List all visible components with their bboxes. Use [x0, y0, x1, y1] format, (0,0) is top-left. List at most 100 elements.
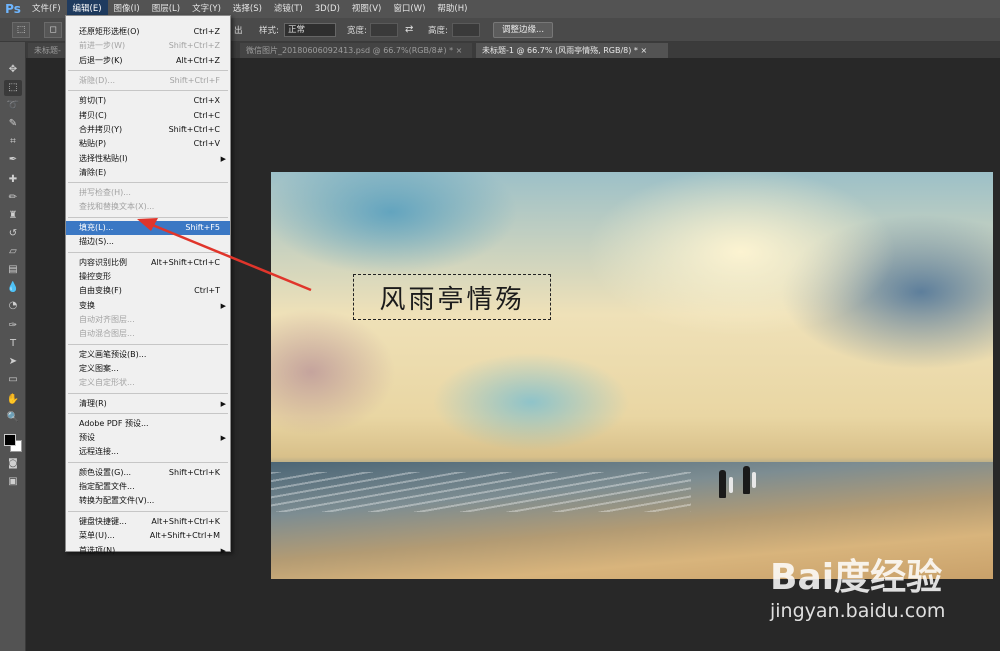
gradient-icon[interactable]: ▤	[4, 262, 22, 278]
edit-menu-item[interactable]: 还原矩形选框(O) Ctrl+Z	[66, 25, 230, 39]
edit-menu-item[interactable]: 剪切(T) Ctrl+X	[66, 94, 230, 108]
edit-menu-item[interactable]: 清理(R) ▶	[66, 397, 230, 411]
edit-menu-item: 渐隐(D)... Shift+Ctrl+F	[66, 74, 230, 88]
style-label: 样式:	[259, 26, 279, 36]
surfboard-2	[752, 472, 756, 488]
toolbox: ✥ ⬚ ➰ ✎ ⌗ ✒ ✚ ✏ ♜ ↺ ▱ ▤ 💧 ◔ ✑ T ➤ ▭ ✋ 🔍 …	[0, 42, 26, 651]
menu-separator	[68, 182, 228, 183]
menu-item-label: 颜色设置(G)...	[79, 468, 132, 477]
menu-item-label: 还原矩形选框(O)	[79, 27, 140, 36]
edit-menu-item: 自动混合图层...	[66, 327, 230, 341]
menu-item-shortcut: Alt+Shift+Ctrl+M	[149, 531, 220, 540]
menu-window[interactable]: 窗口(W)	[387, 0, 431, 18]
menu-view[interactable]: 视图(V)	[346, 0, 387, 18]
edit-menu-item[interactable]: 描边(S)...	[66, 235, 230, 249]
refine-edge-button[interactable]: 调整边缘...	[493, 22, 553, 38]
menu-item-label: 预设	[79, 433, 95, 442]
height-input[interactable]	[452, 23, 480, 37]
menu-help[interactable]: 帮助(H)	[431, 0, 473, 18]
edit-menu-item[interactable]: 菜单(U)... Alt+Shift+Ctrl+M	[66, 529, 230, 543]
baidu-jingyan-logo: Bai度经验	[770, 557, 943, 598]
path-select-icon[interactable]: ➤	[4, 354, 22, 370]
menu-file[interactable]: 文件(F)	[26, 0, 67, 18]
menu-item-label: 拷贝(C)	[79, 111, 107, 120]
swap-dimensions-icon[interactable]: ⇄	[405, 24, 413, 35]
menu-separator	[68, 393, 228, 394]
edit-menu-item: 定义自定形状...	[66, 376, 230, 390]
style-select[interactable]: 正常	[284, 23, 336, 37]
edit-menu-item[interactable]: 选择性粘贴(I) ▶	[66, 152, 230, 166]
quick-mask-icon[interactable]: ◙	[4, 456, 22, 472]
menu-item-shortcut: Alt+Shift+Ctrl+C	[151, 258, 220, 267]
menu-select[interactable]: 选择(S)	[227, 0, 268, 18]
menu-3d[interactable]: 3D(D)	[309, 0, 346, 18]
menu-item-label: 粘贴(P)	[79, 139, 107, 148]
submenu-arrow-icon: ▶	[220, 400, 226, 408]
type-tool-icon[interactable]: T	[4, 336, 22, 352]
edit-menu-item[interactable]: 定义图案...	[66, 362, 230, 376]
edit-menu-item[interactable]: 远程连接...	[66, 445, 230, 459]
edit-menu-item[interactable]: 键盘快捷键... Alt+Shift+Ctrl+K	[66, 515, 230, 529]
zoom-icon[interactable]: 🔍	[4, 410, 22, 426]
history-brush-icon[interactable]: ↺	[4, 226, 22, 242]
marquee-preset-icon[interactable]: ⬚	[12, 22, 30, 38]
menu-separator	[68, 413, 228, 414]
menu-separator	[68, 511, 228, 512]
edit-menu-item: 拼写检查(H)...	[66, 186, 230, 200]
tab-wechat-image[interactable]: 微信图片_20180606092413.psd @ 66.7%(RGB/8#) …	[240, 43, 472, 58]
photoshop-logo: Ps	[5, 2, 21, 16]
edit-menu-item[interactable]: 颜色设置(G)... Shift+Ctrl+K	[66, 466, 230, 480]
dodge-icon[interactable]: ◔	[4, 298, 22, 314]
submenu-arrow-icon: ▶	[220, 434, 226, 442]
crop-icon[interactable]: ⌗	[4, 134, 22, 150]
edit-menu-item[interactable]: 合并拷贝(Y) Shift+Ctrl+C	[66, 123, 230, 137]
edit-menu-item[interactable]: 清除(E)	[66, 166, 230, 180]
menu-item-shortcut: Shift+Ctrl+K	[168, 468, 220, 477]
pen-icon[interactable]: ✑	[4, 318, 22, 334]
edit-menu-item[interactable]: 粘贴(P) Ctrl+V	[66, 137, 230, 151]
rectangle-shape-icon[interactable]: ▭	[4, 372, 22, 388]
edit-menu-item[interactable]: 操控变形	[66, 270, 230, 284]
foreground-color-swatch[interactable]	[4, 434, 16, 446]
submenu-arrow-icon: ▶	[220, 155, 226, 163]
edit-menu-item[interactable]: 拷贝(C) Ctrl+C	[66, 109, 230, 123]
hand-icon[interactable]: ✋	[4, 392, 22, 408]
tab-untitled-1[interactable]: 未标题-1 @ 66.7% (风雨亭情殇, RGB/8) * ×	[476, 43, 668, 58]
canvas-photo[interactable]: 风雨亭情殇	[271, 172, 993, 579]
menu-item-label: 首选项(N)	[79, 546, 116, 555]
menu-separator	[68, 344, 228, 345]
lasso-icon[interactable]: ➰	[4, 98, 22, 114]
menu-separator	[68, 70, 228, 71]
text-layer-selection[interactable]: 风雨亭情殇	[353, 274, 551, 320]
edit-menu-item[interactable]: Adobe PDF 预设...	[66, 417, 230, 431]
menu-item-shortcut: Alt+Shift+Ctrl+K	[151, 517, 220, 526]
edit-menu-item[interactable]: 定义画笔预设(B)...	[66, 348, 230, 362]
edit-menu-item[interactable]: 变换 ▶	[66, 299, 230, 313]
eyedropper-icon[interactable]: ✒	[4, 152, 22, 168]
width-input[interactable]	[370, 23, 398, 37]
edit-menu-item[interactable]: 转换为配置文件(V)...	[66, 494, 230, 508]
menu-item-label: 定义自定形状...	[79, 378, 135, 387]
edit-menu-item[interactable]: 首选项(N) ▶	[66, 544, 230, 558]
move-tool-icon[interactable]: ✥	[4, 62, 22, 78]
menu-item-label: 选择性粘贴(I)	[79, 154, 128, 163]
surfer-figure-2	[743, 466, 750, 494]
healing-brush-icon[interactable]: ✚	[4, 172, 22, 188]
blur-icon[interactable]: 💧	[4, 280, 22, 296]
edit-menu-item[interactable]: 指定配置文件...	[66, 480, 230, 494]
brush-icon[interactable]: ✏	[4, 190, 22, 206]
eraser-icon[interactable]: ▱	[4, 244, 22, 260]
edit-menu-item[interactable]: 后退一步(K) Alt+Ctrl+Z	[66, 54, 230, 68]
edit-menu-item[interactable]: 填充(L)... Shift+F5	[66, 221, 230, 235]
edit-menu-item[interactable]: 预设 ▶	[66, 431, 230, 445]
menu-item-shortcut: Shift+F5	[185, 223, 220, 232]
clone-stamp-icon[interactable]: ♜	[4, 208, 22, 224]
edit-menu-item[interactable]: 内容识别比例 Alt+Shift+Ctrl+C	[66, 256, 230, 270]
edit-menu-item[interactable]: 自由变换(F) Ctrl+T	[66, 284, 230, 298]
rectangular-marquee-icon[interactable]: ⬚	[4, 80, 22, 96]
screen-mode-icon[interactable]: ▣	[4, 474, 22, 490]
quick-select-icon[interactable]: ✎	[4, 116, 22, 132]
menu-filter[interactable]: 滤镜(T)	[268, 0, 309, 18]
edit-dropdown-menu: 还原矩形选框(O) Ctrl+Z 前进一步(W) Shift+Ctrl+Z 后退一步(K…	[65, 15, 231, 555]
new-selection-icon[interactable]: ◻	[44, 22, 62, 38]
